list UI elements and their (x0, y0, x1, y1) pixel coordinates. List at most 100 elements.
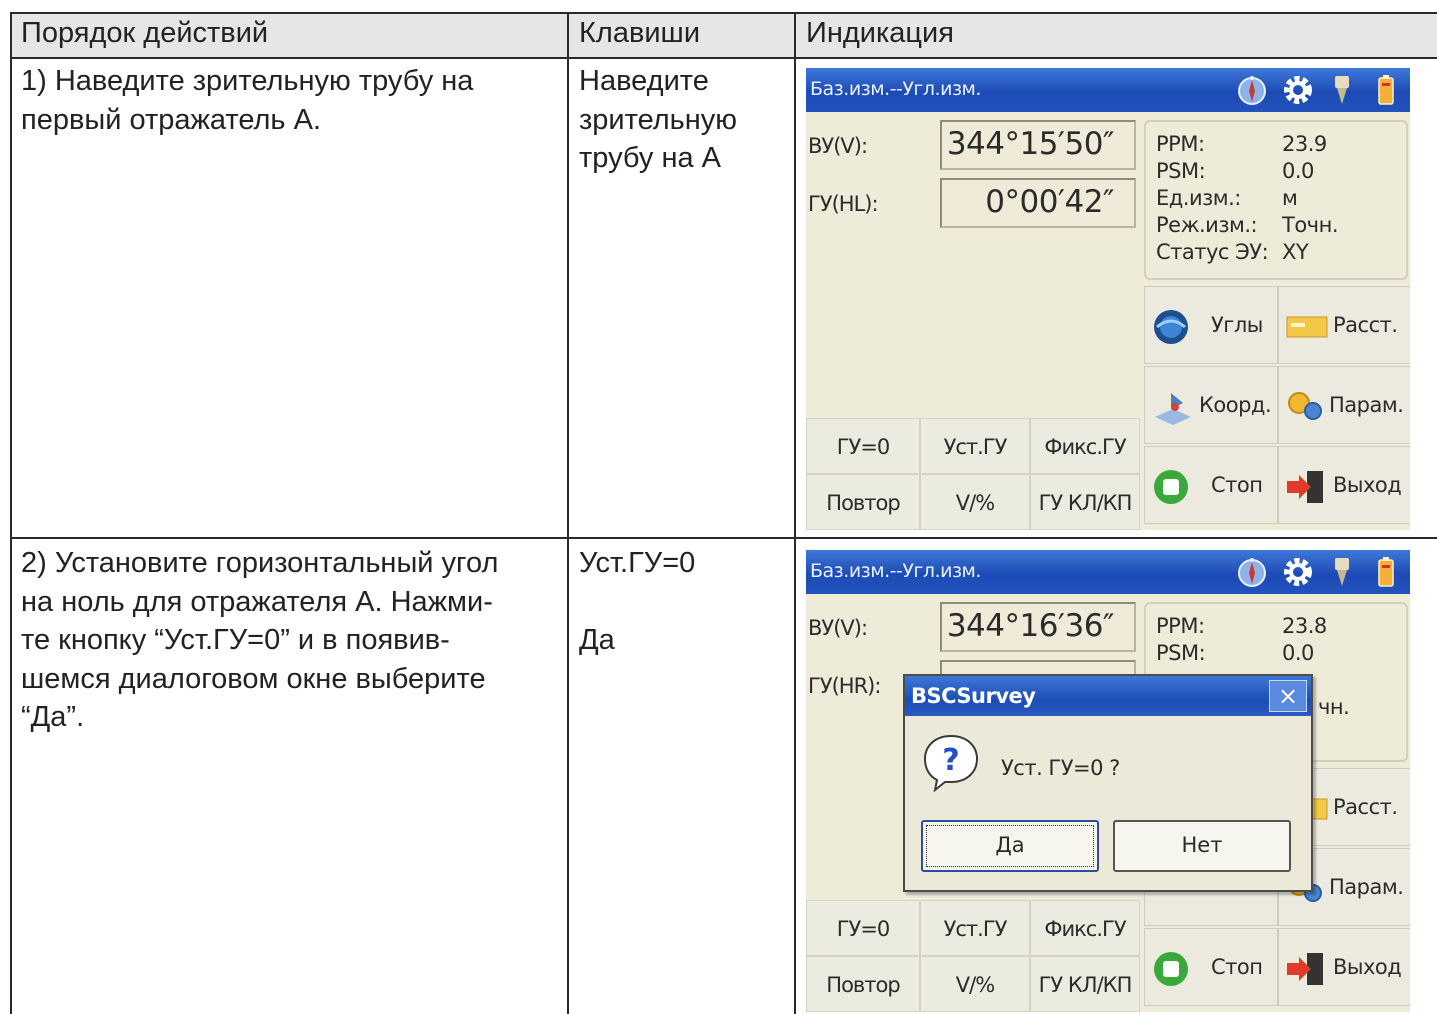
keys-line: Да (579, 624, 615, 656)
fkey-hold-hz[interactable]: Фикс.ГУ (1030, 418, 1140, 474)
info-key: PSM: (1156, 159, 1206, 183)
no-button[interactable]: Нет (1113, 820, 1291, 872)
coordinates-icon (1155, 393, 1191, 425)
fkey-set-hz[interactable]: Уст.ГУ (920, 900, 1030, 956)
keys-line: Уст.ГУ=0 (579, 547, 696, 579)
keys-line: Наведите (579, 65, 709, 97)
exit-icon (1287, 953, 1323, 985)
info-key: PPM: (1156, 132, 1205, 156)
dialog-close-button[interactable]: × (1269, 680, 1307, 712)
row2-keys: Уст.ГУ=0 Да (579, 544, 695, 660)
action-line: на ноль для отражателя А. Нажми- (21, 585, 493, 618)
exit-button[interactable]: Выход (1278, 446, 1410, 524)
v-angle-label: ВУ(V): (808, 616, 868, 640)
info-key: Реж.изм.: (1156, 213, 1258, 237)
fkey-hold-hz[interactable]: Фикс.ГУ (1030, 900, 1140, 956)
v-angle-value: 344°15′50″ (940, 120, 1136, 170)
fkey-repeat[interactable]: Повтор (806, 474, 920, 530)
stop-icon (1154, 470, 1188, 504)
distance-label: Расст. (1333, 795, 1398, 819)
info-key: PSM: (1156, 641, 1206, 665)
fkey-face-lr[interactable]: ГУ КЛ/КП (1030, 956, 1140, 1012)
params-button[interactable]: Парам. (1278, 366, 1410, 444)
action-line: первый отражатель А. (21, 103, 321, 136)
fkey-repeat[interactable]: Повтор (806, 956, 920, 1012)
table-border (10, 537, 1437, 539)
info-key: Ед.изм.: (1156, 186, 1241, 210)
row1-keys: Наведите зрительную трубу на А (579, 62, 737, 178)
header-actions: Порядок действий (21, 17, 269, 49)
device-screen-1: Баз.изм.--Угл.изм. ВУ(V): 344°15′50″ ГУ(… (806, 68, 1410, 530)
params-label: Парам. (1329, 393, 1404, 417)
coord-label: Коорд. (1199, 393, 1272, 417)
table-border (794, 12, 796, 1014)
angles-icon (1154, 310, 1188, 344)
compass-icon[interactable] (1236, 556, 1268, 588)
table-border (10, 57, 1437, 59)
h-angle-label: ГУ(HL): (808, 192, 879, 216)
header-keys: Клавиши (579, 17, 701, 49)
stop-label: Стоп (1211, 473, 1263, 497)
fkey-v-percent[interactable]: V/% (920, 474, 1030, 530)
dialog-titlebar: BSCSurvey × (905, 676, 1311, 716)
fkey-v-percent[interactable]: V/% (920, 956, 1030, 1012)
action-line: 2) Установите горизонтальный угол (21, 547, 499, 579)
dialog-message: Уст. ГУ=0 ? (1001, 756, 1120, 780)
fkey-face-lr[interactable]: ГУ КЛ/КП (1030, 474, 1140, 530)
angles-button[interactable]: Углы (1144, 286, 1278, 364)
info-key: PPM: (1156, 614, 1205, 638)
action-line: “Да”. (21, 701, 85, 733)
status-panel: PPM: 23.9 PSM: 0.0 Ед.изм.: м Реж.изм.: … (1144, 120, 1408, 280)
coord-button[interactable]: Коорд. (1144, 366, 1278, 444)
fkey-hz0[interactable]: ГУ=0 (806, 418, 920, 474)
params-label: Парам. (1329, 875, 1404, 899)
screen-title: Баз.изм.--Угл.изм. (810, 560, 981, 582)
v-angle-value: 344°16′36″ (940, 602, 1136, 652)
h-angle-value: 0°00′42″ (940, 178, 1136, 228)
settings-gears-icon (1288, 392, 1322, 420)
dialog-title: BSCSurvey (911, 684, 1036, 708)
info-value: м (1282, 186, 1298, 210)
plumb-laser-icon[interactable] (1326, 556, 1358, 588)
exit-label: Выход (1333, 955, 1402, 979)
info-value-partial: чн. (1318, 695, 1350, 719)
action-line: шемся диалоговом окне выберите (21, 662, 486, 695)
exit-button[interactable]: Выход (1278, 928, 1410, 1006)
action-line: 1) Наведите зрительную трубу на (21, 65, 474, 97)
angles-label: Углы (1211, 313, 1263, 337)
keys-line (579, 583, 695, 622)
row2-action: 2) Установите горизонтальный угол на нол… (21, 544, 498, 737)
screen-titlebar: Баз.изм.--Угл.изм. (806, 68, 1410, 112)
exit-label: Выход (1333, 473, 1402, 497)
row1-action: 1) Наведите зрительную трубу на первый о… (21, 62, 473, 139)
stop-button[interactable]: Стоп (1144, 928, 1278, 1006)
battery-icon (1378, 557, 1394, 587)
fkey-hz0[interactable]: ГУ=0 (806, 900, 920, 956)
info-value: Точн. (1282, 213, 1339, 237)
keys-line: трубу на А (579, 142, 721, 174)
stop-label: Стоп (1211, 955, 1263, 979)
screen-titlebar: Баз.изм.--Угл.изм. (806, 550, 1410, 594)
info-value: XY (1282, 240, 1309, 264)
exit-icon (1287, 471, 1323, 503)
yes-button[interactable]: Да (921, 820, 1099, 872)
question-icon: ? (923, 734, 979, 792)
header-indication: Индикация (806, 17, 954, 49)
table-border (10, 12, 1437, 14)
fkey-set-hz[interactable]: Уст.ГУ (920, 418, 1030, 474)
screen-title: Баз.изм.--Угл.изм. (810, 78, 981, 100)
distance-button[interactable]: Расст. (1278, 286, 1410, 364)
action-line: те кнопку “Уст.ГУ=0” и в появив- (21, 624, 450, 656)
info-value: 23.8 (1282, 614, 1327, 638)
stop-button[interactable]: Стоп (1144, 446, 1278, 524)
v-angle-label: ВУ(V): (808, 134, 868, 158)
distance-label: Расст. (1333, 313, 1398, 337)
gear-icon[interactable] (1282, 74, 1314, 106)
gear-icon[interactable] (1282, 556, 1314, 588)
device-screen-2: Баз.изм.--Угл.изм. ВУ(V): 344°16′36″ ГУ(… (806, 550, 1410, 1012)
table-border (567, 12, 569, 1014)
table-border (10, 12, 12, 1014)
plumb-laser-icon[interactable] (1326, 74, 1358, 106)
compass-icon[interactable] (1236, 74, 1268, 106)
battery-icon (1378, 75, 1394, 105)
